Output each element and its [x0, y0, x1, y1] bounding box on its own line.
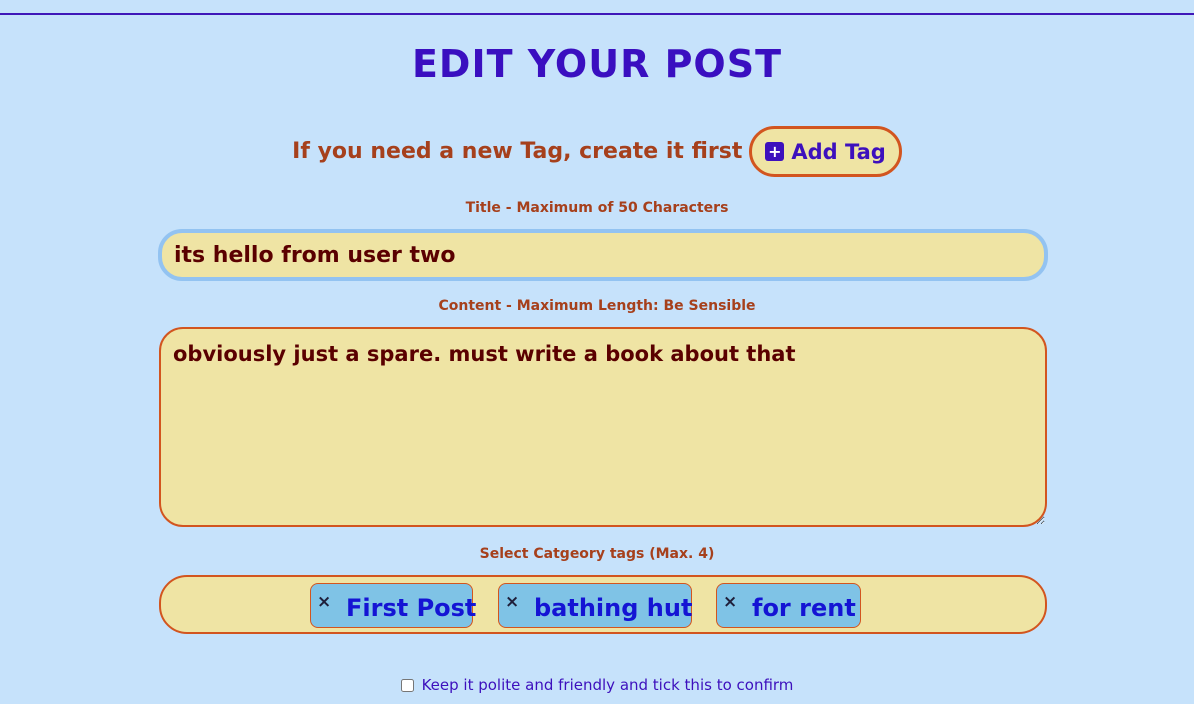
- tag-chip-label: bathing hut: [534, 594, 693, 622]
- add-tag-button[interactable]: + Add Tag: [749, 126, 902, 177]
- remove-tag-icon[interactable]: ×: [317, 592, 331, 612]
- tag-chip-label: for rent: [752, 594, 856, 622]
- title-label: Title - Maximum of 50 Characters: [465, 200, 729, 216]
- tag-chip[interactable]: × bathing hut: [498, 583, 692, 628]
- remove-tag-icon[interactable]: ×: [505, 592, 519, 612]
- tag-chip[interactable]: × for rent: [716, 583, 861, 628]
- plus-square-icon: +: [765, 142, 785, 161]
- polite-confirm-label[interactable]: Keep it polite and friendly and tick thi…: [422, 676, 794, 694]
- new-tag-prompt: If you need a new Tag, create it first +…: [0, 126, 1194, 177]
- remove-tag-icon[interactable]: ×: [723, 592, 737, 612]
- add-tag-label: Add Tag: [791, 139, 886, 164]
- page-title: EDIT YOUR POST: [411, 42, 783, 86]
- category-tags-select[interactable]: × First Post × bathing hut × for rent: [159, 575, 1047, 634]
- confirm-row: Keep it polite and friendly and tick thi…: [0, 676, 1194, 694]
- tag-chip-label: First Post: [346, 594, 477, 622]
- content-textarea[interactable]: obviously just a spare. must write a boo…: [159, 327, 1047, 527]
- polite-confirm-checkbox[interactable]: [400, 678, 414, 692]
- new-tag-hint: If you need a new Tag, create it first: [292, 139, 743, 164]
- title-input[interactable]: [158, 229, 1048, 281]
- category-tags-label: Select Catgeory tags (Max. 4): [479, 546, 715, 562]
- top-divider: [0, 13, 1194, 15]
- tag-chip[interactable]: × First Post: [310, 583, 477, 628]
- content-label: Content - Maximum Length: Be Sensible: [438, 298, 756, 314]
